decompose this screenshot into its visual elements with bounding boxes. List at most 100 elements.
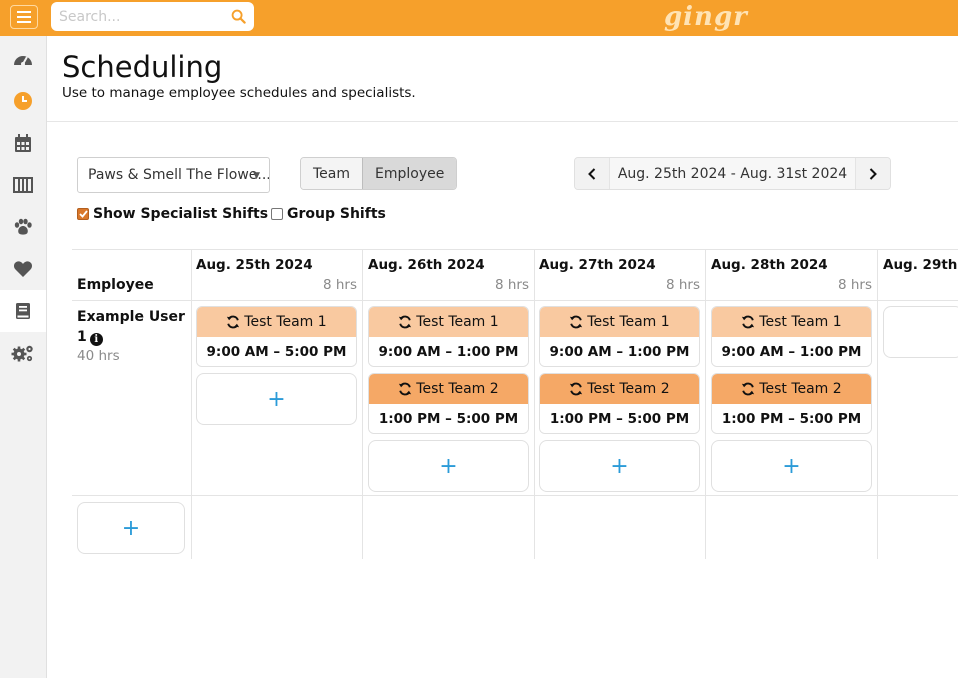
grid-line: [705, 249, 706, 559]
day-header-date: Aug. 26th 2024: [368, 257, 485, 273]
date-range-label[interactable]: Aug. 25th 2024 - Aug. 31st 2024: [609, 158, 856, 189]
search-icon[interactable]: [231, 9, 246, 24]
chevron-down-icon: ▼: [253, 171, 260, 181]
gingr-logo: gingr: [664, 2, 748, 32]
grid-line: [72, 249, 958, 250]
add-shift-button[interactable]: +: [196, 373, 357, 425]
sidebar: [0, 36, 47, 678]
search-box: [51, 2, 254, 31]
sync-icon: [569, 382, 583, 396]
day-header-hours: 8 hrs: [837, 277, 872, 293]
page-subtitle: Use to manage employee schedules and spe…: [62, 85, 416, 101]
plus-icon: +: [121, 515, 141, 541]
shift-team-label: Test Team 1: [587, 314, 670, 330]
shift-card[interactable]: Test Team 1 9:00 AM – 1:00 PM: [711, 306, 872, 367]
shift-time: 9:00 AM – 1:00 PM: [712, 337, 871, 366]
plus-icon: +: [439, 453, 458, 479]
sidebar-item-settings[interactable]: [0, 332, 46, 374]
shift-time: 1:00 PM – 5:00 PM: [712, 404, 871, 433]
sync-icon: [569, 315, 583, 329]
shift-card[interactable]: Test Team 1 9:00 AM – 5:00 PM: [196, 306, 357, 367]
shift-team-label: Test Team 2: [587, 381, 670, 397]
employee-name[interactable]: Example User 1i: [77, 307, 187, 347]
shift-card[interactable]: Test Team 2 1:00 PM – 5:00 PM: [539, 373, 700, 434]
grid-line: [191, 249, 192, 559]
shift-time: 1:00 PM – 5:00 PM: [540, 404, 699, 433]
employee-column-header: Employee: [77, 277, 154, 293]
calendar-icon: [15, 133, 31, 152]
grid-line: [72, 300, 958, 301]
add-shift-button[interactable]: +: [368, 440, 529, 492]
heart-icon: [13, 261, 33, 277]
sidebar-item-scheduling[interactable]: [0, 80, 46, 122]
show-specialist-shifts-label: Show Specialist Shifts: [93, 206, 269, 222]
day-header-hours: 8 hrs: [322, 277, 357, 293]
search-input[interactable]: [59, 8, 231, 25]
shift-card[interactable]: Test Team 2 1:00 PM – 5:00 PM: [368, 373, 529, 434]
shift-time: 9:00 AM – 5:00 PM: [197, 337, 356, 366]
day-header-date: Aug. 28th 2024: [711, 257, 828, 273]
day-header-hours: 8 hrs: [494, 277, 529, 293]
sidebar-item-calendar[interactable]: [0, 122, 46, 164]
view-team-button[interactable]: Team: [301, 158, 363, 189]
page-header: Scheduling Use to manage employee schedu…: [47, 36, 958, 122]
info-icon[interactable]: i: [89, 333, 103, 346]
show-specialist-shifts-option[interactable]: Show Specialist Shifts: [77, 206, 268, 222]
checkmark-icon: [78, 210, 88, 218]
grid-line: [534, 249, 535, 559]
shift-time: 1:00 PM – 5:00 PM: [369, 404, 528, 433]
shift-card[interactable]: Test Team 2 1:00 PM – 5:00 PM: [711, 373, 872, 434]
employee-hours: 40 hrs: [77, 348, 120, 364]
shift-team-label: Test Team 1: [416, 314, 499, 330]
shift-card[interactable]: Test Team 1 9:00 AM – 1:00 PM: [539, 306, 700, 367]
book-icon: [16, 303, 30, 319]
grid-line: [877, 249, 878, 559]
shift-team-label: Test Team 1: [759, 314, 842, 330]
add-employee-button[interactable]: +: [77, 502, 185, 554]
view-employee-button[interactable]: Employee: [362, 158, 457, 189]
sidebar-item-reports[interactable]: [0, 290, 46, 332]
date-navigator: Aug. 25th 2024 - Aug. 31st 2024: [574, 157, 891, 190]
top-bar: gingr: [0, 0, 958, 36]
chevron-right-icon: [869, 167, 877, 180]
day-header-hours: 8 hrs: [665, 277, 700, 293]
sync-icon: [398, 382, 412, 396]
sync-icon: [741, 315, 755, 329]
page-title: Scheduling: [62, 50, 223, 84]
grid-line: [72, 495, 958, 496]
day-header-date: Aug. 29th 2024: [883, 257, 958, 273]
location-select[interactable]: Paws & Smell The Flowe... ▼: [77, 157, 270, 193]
view-toggle: Team Employee: [300, 157, 458, 190]
day-header-date: Aug. 27th 2024: [539, 257, 656, 273]
shift-time: 9:00 AM – 1:00 PM: [369, 337, 528, 366]
shift-time: 9:00 AM – 1:00 PM: [540, 337, 699, 366]
group-shifts-checkbox[interactable]: [271, 208, 283, 220]
sidebar-item-pets[interactable]: [0, 206, 46, 248]
sidebar-item-kennels[interactable]: [0, 164, 46, 206]
paw-icon: [14, 218, 32, 235]
group-shifts-label: Group Shifts: [287, 206, 386, 222]
add-shift-button[interactable]: +: [711, 440, 872, 492]
sync-icon: [226, 315, 240, 329]
sync-icon: [741, 382, 755, 396]
add-shift-button[interactable]: [883, 306, 958, 358]
sidebar-item-favorites[interactable]: [0, 248, 46, 290]
hamburger-icon: [17, 11, 31, 23]
next-week-button[interactable]: [856, 158, 890, 189]
shift-team-label: Test Team 2: [416, 381, 499, 397]
shift-card[interactable]: Test Team 1 9:00 AM – 1:00 PM: [368, 306, 529, 367]
add-shift-button[interactable]: +: [539, 440, 700, 492]
clock-icon: [14, 92, 32, 110]
dashboard-icon: [14, 56, 32, 66]
day-header-date: Aug. 25th 2024: [196, 257, 313, 273]
chevron-left-icon: [588, 167, 596, 180]
show-specialist-shifts-checkbox[interactable]: [77, 208, 89, 220]
kennel-icon: [13, 177, 33, 193]
previous-week-button[interactable]: [575, 158, 609, 189]
group-shifts-option[interactable]: Group Shifts: [271, 206, 386, 222]
menu-button[interactable]: [10, 5, 38, 29]
sidebar-item-dashboard[interactable]: [0, 38, 46, 80]
location-select-value: Paws & Smell The Flowe...: [88, 167, 270, 183]
schedule-grid: Employee Aug. 25th 2024 8 hrs Aug. 26th …: [72, 249, 958, 559]
shift-team-label: Test Team 1: [244, 314, 327, 330]
